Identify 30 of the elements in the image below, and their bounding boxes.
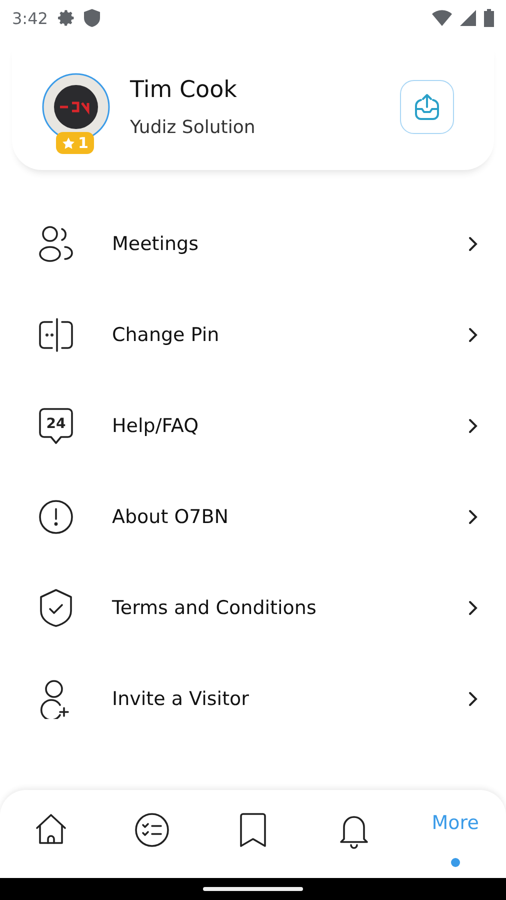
signal-icon	[460, 10, 476, 26]
share-button[interactable]	[400, 80, 454, 134]
chevron-right-icon	[468, 326, 478, 342]
chevron-right-icon	[468, 690, 478, 706]
chevron-right-icon	[468, 236, 478, 252]
wifi-icon	[432, 10, 452, 26]
star-icon	[62, 136, 75, 150]
menu-item[interactable]: Change Pin	[0, 289, 506, 380]
menu-item[interactable]: Invite a Visitor	[0, 653, 506, 744]
menu-item[interactable]: Meetings	[0, 198, 506, 289]
chevron-right-icon	[468, 600, 478, 616]
checklist-icon[interactable]	[134, 812, 170, 848]
user-name: Tim Cook	[130, 76, 238, 102]
menu-item[interactable]: Terms and Conditions	[0, 562, 506, 653]
menu-item[interactable]: 24 Help/FAQ	[0, 380, 506, 471]
calendar-24-icon: 24	[38, 406, 74, 444]
rating-badge: 1	[56, 132, 94, 154]
chevron-right-icon	[468, 508, 478, 524]
battery-icon	[484, 9, 494, 27]
chevron-right-icon	[468, 418, 478, 434]
company-name: Yudiz Solution	[130, 116, 256, 138]
phone-dots-icon	[38, 316, 76, 352]
shield-icon	[84, 9, 100, 27]
people-icon	[38, 224, 76, 264]
settings-icon	[58, 9, 76, 27]
status-time: 3:42	[12, 8, 48, 28]
shield-check-icon	[38, 588, 74, 628]
menu-item[interactable]: About O7BN	[0, 471, 506, 562]
inbox-upload-icon	[412, 92, 442, 122]
exclamation-circle-icon	[38, 498, 74, 534]
